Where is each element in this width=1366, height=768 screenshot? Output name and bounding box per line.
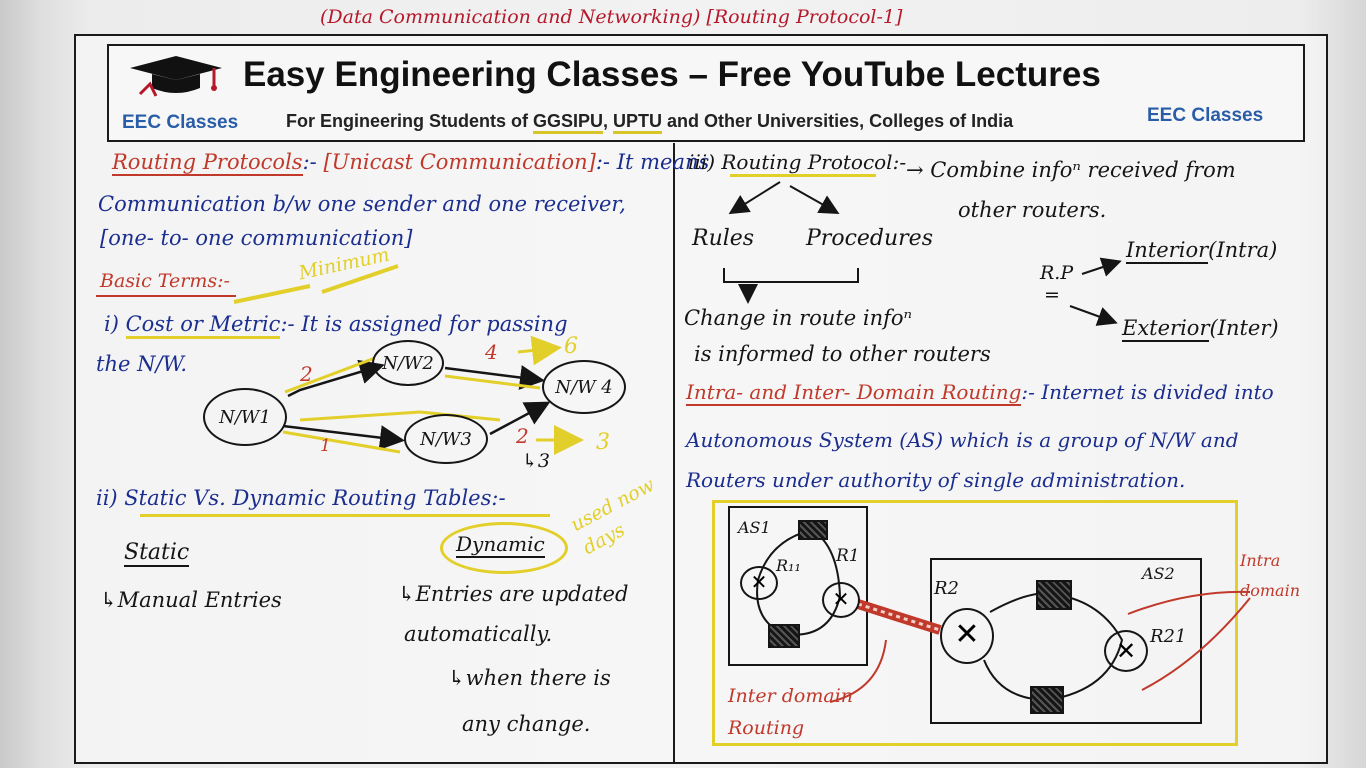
network-box-as1-top — [798, 520, 828, 540]
r11-label: R₁₁ — [776, 556, 801, 575]
as1-label: AS1 — [738, 518, 771, 537]
router-r1-icon: ✕ — [822, 582, 860, 618]
as2-label: AS2 — [1142, 564, 1175, 583]
intra-domain-label: Intra domain — [1240, 551, 1301, 600]
router-r2-icon: ✕ — [940, 608, 994, 664]
inter-domain-label: Inter domain Routing — [728, 685, 854, 739]
network-box-as1-bottom — [768, 624, 800, 648]
network-box-as2-bottom — [1030, 686, 1064, 714]
r21-label: R21 — [1150, 626, 1187, 647]
r1-label: R1 — [836, 546, 860, 566]
as-diagram-links — [756, 528, 1251, 703]
network-box-as2-top — [1036, 580, 1072, 610]
router-r11-icon: ✕ — [740, 566, 778, 600]
r2-label: R2 — [934, 578, 960, 599]
router-r21-icon: ✕ — [1104, 630, 1148, 672]
